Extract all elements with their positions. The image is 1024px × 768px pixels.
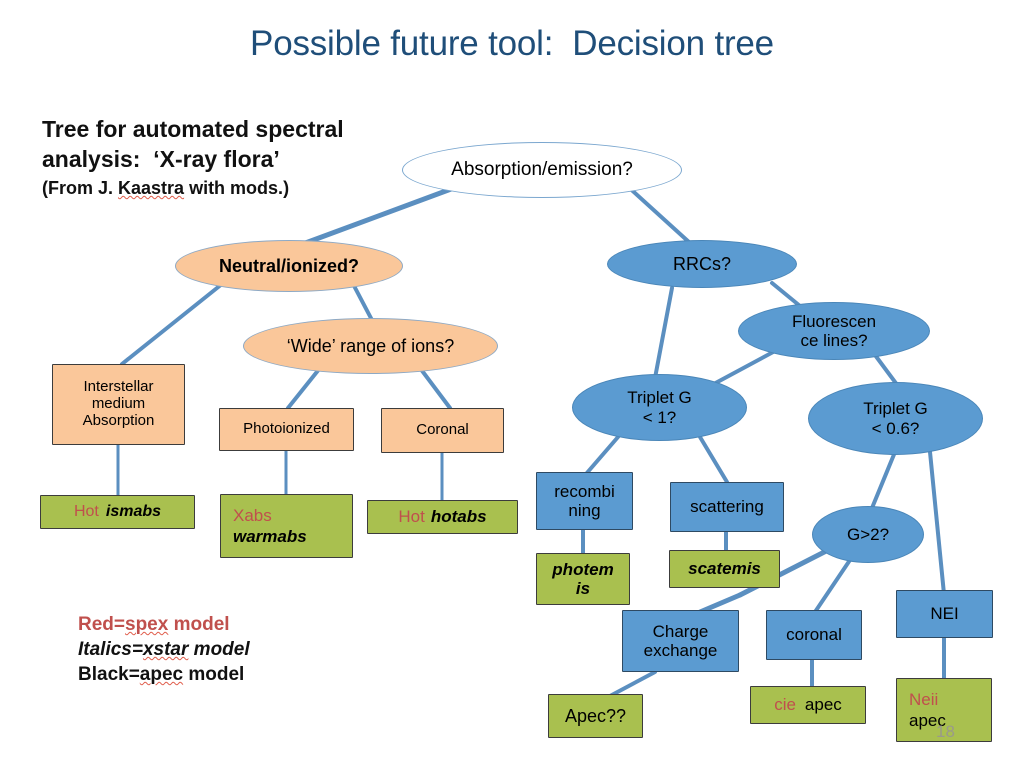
node-model-ismabs[interactable]: Hot ismabs [40,495,195,529]
node-nei[interactable]: NEI [896,590,993,638]
model-code-spex: Hot [398,507,425,527]
node-model-scatemis[interactable]: scatemis [669,550,780,588]
node-label: Photoionized [243,420,330,438]
heading-line-3: (From J. Kaastra with mods.) [42,175,442,201]
node-label: scattering [690,497,764,517]
legend-xstar-name: xstar [142,639,189,660]
model-code-xstar: hotabs [430,507,487,527]
node-charge-exchange[interactable]: Charge exchange [622,610,739,672]
node-label: RRCs? [672,253,731,274]
node-label: Coronal [416,421,469,439]
node-neutral-ionized[interactable]: Neutral/ionized? [175,240,403,292]
node-triplet-g-lt-1[interactable]: Triplet G < 1? [572,374,747,441]
legend-apec-suffix: model [183,664,245,685]
model-code-xstar: scatemis [688,559,761,579]
model-code-spex: Hot [73,503,99,521]
node-photoionized[interactable]: Photoionized [219,408,354,451]
node-wide-range-of-ions[interactable]: ‘Wide’ range of ions? [243,318,498,374]
legend-xstar-suffix: model [188,639,250,660]
node-label: Triplet G < 1? [627,388,692,427]
model-code-xstar: ismabs [105,503,162,521]
model-code-apec: apec [804,695,842,715]
legend-xstar-prefix: Italics= [78,639,143,660]
node-g-greater-than-2[interactable]: G>2? [812,506,924,563]
node-fluorescence-lines[interactable]: Fluorescen ce lines? [738,302,930,360]
model-code-apec: Apec?? [564,705,627,726]
heading-source-name: Kaastra [118,178,185,198]
legend-item-apec: Black=apec model [78,662,358,687]
node-coronal-blue[interactable]: coronal [766,610,862,660]
node-scattering[interactable]: scattering [670,482,784,532]
node-label: recombi ning [554,481,615,520]
slide-number: 18 [936,722,955,741]
node-label: Fluorescen ce lines? [791,311,877,350]
heading-line-1: Tree for automated spectral [42,116,344,142]
node-label: Triplet G < 0.6? [863,399,928,438]
legend-spex-name: spex [125,614,169,635]
node-rrcs[interactable]: RRCs? [607,240,797,288]
model-code-xstar: warmabs [233,526,307,546]
legend-apec-prefix: Black= [78,664,140,685]
node-label: ‘Wide’ range of ions? [286,335,455,356]
node-label: Absorption/emission? [451,159,633,181]
node-recombining[interactable]: recombi ning [536,472,633,530]
node-model-hotabs[interactable]: Hot hotabs [367,500,518,534]
node-coronal-peach[interactable]: Coronal [381,408,504,453]
model-code-spex: Neii [909,690,939,710]
slide-canvas: Possible future tool: Decision tree Tree… [0,0,1024,768]
model-code-spex: cie [774,695,796,715]
heading-line-2: analysis: ‘X-ray flora’ [42,146,280,172]
model-code-xstar: photem is [552,559,614,598]
heading-source-prefix: (From J. [42,178,119,198]
legend-item-spex: Red=spex model [78,612,358,637]
heading-source-suffix: with mods.) [184,178,290,198]
diagram-heading: Tree for automated spectral analysis: ‘X… [42,114,442,201]
node-label: Interstellar medium Absorption [82,378,155,429]
legend-apec-name: apec [139,664,184,685]
node-label: coronal [786,625,842,645]
legend-item-xstar: Italics=xstar model [78,637,358,662]
node-model-photemis[interactable]: photem is [536,553,630,605]
legend-spex-suffix: model [168,614,230,635]
node-label: NEI [930,604,959,624]
node-model-cie-apec[interactable]: cie apec [750,686,866,724]
node-model-apec-question[interactable]: Apec?? [548,694,643,738]
node-label: Neutral/ionized? [218,255,359,276]
model-code-spex: Xabs [233,506,272,526]
node-absorption-emission[interactable]: Absorption/emission? [402,142,682,198]
page-title: Possible future tool: Decision tree [250,24,774,63]
node-triplet-g-lt-06[interactable]: Triplet G < 0.6? [808,382,983,455]
node-label: Charge exchange [643,621,718,660]
node-label: G>2? [846,524,890,544]
node-interstellar-medium-absorption[interactable]: Interstellar medium Absorption [52,364,185,445]
node-model-warmabs[interactable]: Xabs warmabs [220,494,353,558]
legend: Red=spex model Italics=xstar model Black… [78,612,358,687]
legend-spex-prefix: Red= [78,614,125,635]
